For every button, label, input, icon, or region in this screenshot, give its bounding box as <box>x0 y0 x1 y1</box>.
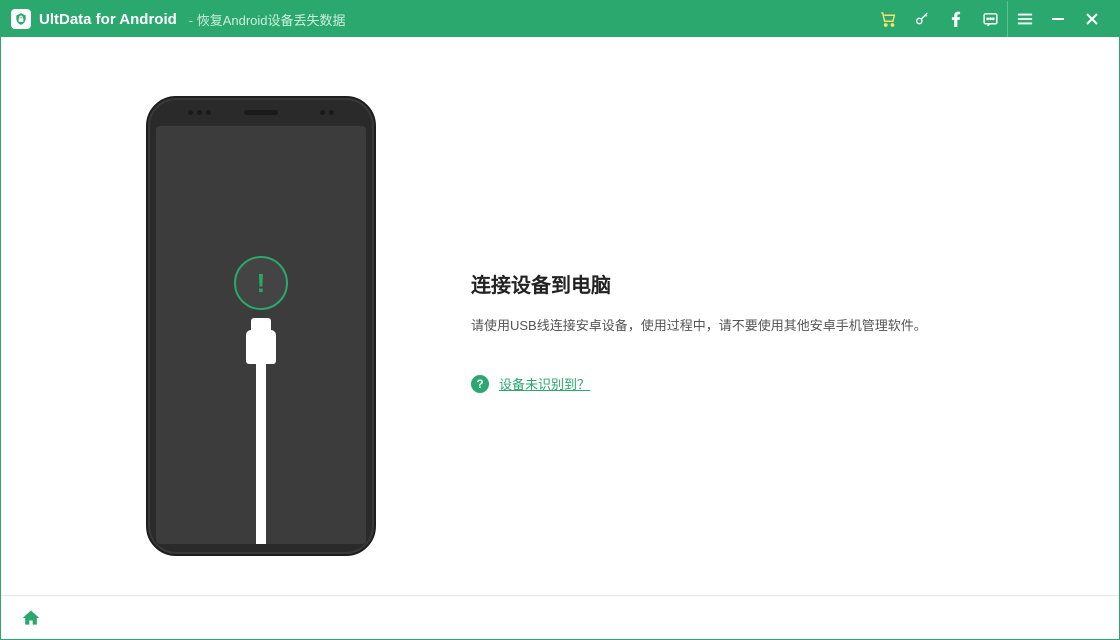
facebook-icon <box>951 11 961 27</box>
app-title: UltData for Android <box>39 11 177 28</box>
home-icon <box>21 608 41 628</box>
help-row: ? 设备未识别到？ <box>471 374 1059 393</box>
app-logo-icon <box>11 9 31 29</box>
close-icon <box>1085 12 1099 26</box>
titlebar-actions <box>871 1 1109 37</box>
cart-icon <box>879 10 897 28</box>
feedback-button[interactable] <box>973 1 1007 37</box>
home-button[interactable] <box>17 604 45 632</box>
device-not-recognized-link[interactable]: 设备未识别到？ <box>499 374 590 393</box>
instruction-heading: 连接设备到电脑 <box>471 269 1059 298</box>
phone-screen: ! <box>156 126 366 544</box>
phone-illustration: ! <box>146 96 376 556</box>
instruction-column: 连接设备到电脑 请使用USB线连接安卓设备，使用过程中，请不要使用其他安卓手机管… <box>461 259 1059 394</box>
app-window: UltData for Android - 恢复Android设备丢失数据 <box>0 0 1120 640</box>
key-button[interactable] <box>905 1 939 37</box>
cart-button[interactable] <box>871 1 905 37</box>
logo-box: UltData for Android - 恢复Android设备丢失数据 <box>11 9 346 29</box>
device-illustration-column: ! <box>61 96 461 556</box>
instruction-description: 请使用USB线连接安卓设备，使用过程中，请不要使用其他安卓手机管理软件。 <box>471 316 1059 337</box>
usb-cable-icon <box>246 318 276 544</box>
menu-button[interactable] <box>1007 1 1041 37</box>
titlebar: UltData for Android - 恢复Android设备丢失数据 <box>1 1 1119 37</box>
menu-icon <box>1017 12 1033 26</box>
minimize-icon <box>1051 12 1065 26</box>
alert-circle-icon: ! <box>234 256 288 310</box>
close-button[interactable] <box>1075 1 1109 37</box>
alert-symbol: ! <box>257 268 266 299</box>
footer <box>1 595 1119 639</box>
main-content: ! 连接设备到电脑 请使用USB线连接安卓设备，使用过程中，请不要使用其他安卓手… <box>1 37 1119 595</box>
feedback-icon <box>982 11 999 28</box>
help-icon: ? <box>471 375 489 393</box>
minimize-button[interactable] <box>1041 1 1075 37</box>
facebook-button[interactable] <box>939 1 973 37</box>
key-icon <box>914 11 930 27</box>
app-subtitle: - 恢复Android设备丢失数据 <box>189 10 346 29</box>
